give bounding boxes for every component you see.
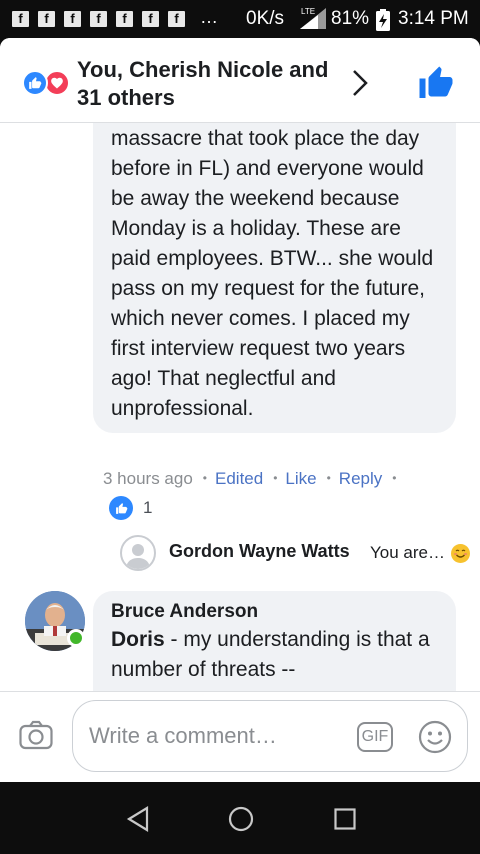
- comment-like-count[interactable]: 1: [109, 496, 152, 520]
- facebook-notification-icon: f: [142, 11, 159, 27]
- battery-percent: 81%: [331, 8, 370, 29]
- edited-link[interactable]: Edited: [215, 469, 263, 488]
- facebook-notification-icon: f: [90, 11, 107, 27]
- like-reaction-icon: [22, 70, 48, 96]
- comment-bubble: Bruce Anderson Doris - my understanding …: [93, 591, 456, 691]
- emoji-icon[interactable]: [418, 720, 452, 754]
- system-navigation-bar: [0, 782, 480, 854]
- facebook-notification-icon: f: [38, 11, 55, 27]
- facebook-notification-icon: f: [64, 11, 81, 27]
- comment-actions: 3 hours ago • Edited • Like • Reply •: [103, 469, 404, 489]
- back-icon[interactable]: [126, 806, 150, 832]
- separator-dot: •: [202, 471, 207, 485]
- chevron-right-icon[interactable]: [350, 68, 370, 98]
- status-bar: f f f f f f f … 0K/s LTE 81% 3:14 PM: [0, 0, 480, 38]
- mention-link[interactable]: Doris: [111, 628, 165, 651]
- camera-icon[interactable]: [19, 720, 53, 750]
- reply-link[interactable]: Reply: [339, 469, 382, 488]
- facebook-notification-icon: f: [116, 11, 133, 27]
- comments-sheet: You, Cherish Nicole and 31 others massac…: [0, 38, 480, 782]
- signal-icon: LTE: [300, 7, 326, 29]
- online-status-indicator: [67, 629, 85, 647]
- facebook-notification-icon: f: [168, 11, 185, 27]
- gif-button[interactable]: GIF: [357, 722, 393, 752]
- comment-author[interactable]: Bruce Anderson: [111, 601, 258, 623]
- comment-text: Doris - my understanding is that a numbe…: [111, 625, 441, 685]
- default-avatar-icon: [126, 544, 150, 569]
- network-type: LTE: [301, 7, 315, 16]
- recent-apps-icon[interactable]: [334, 808, 356, 830]
- reactors-summary[interactable]: You, Cherish Nicole and 31 others: [77, 56, 347, 112]
- separator-dot: •: [392, 471, 397, 485]
- notification-icons: f f f f f f f: [12, 11, 185, 27]
- separator-dot: •: [273, 471, 278, 485]
- like-link[interactable]: Like: [285, 469, 316, 488]
- home-icon[interactable]: [228, 806, 254, 832]
- reply-snippet: You are…: [370, 543, 445, 562]
- comment-text: massacre that took place the day before …: [111, 127, 434, 420]
- more-notifications-indicator: …: [200, 7, 219, 27]
- comment-composer: Write a comment… GIF: [0, 691, 480, 782]
- avatar: [120, 535, 156, 571]
- like-reaction-icon: [109, 496, 133, 520]
- comment-input-placeholder: Write a comment…: [89, 723, 277, 748]
- facebook-notification-icon: f: [12, 11, 29, 27]
- comment-timestamp: 3 hours ago: [103, 469, 193, 488]
- smiling-face-icon: [451, 544, 470, 563]
- reaction-icons: [22, 70, 74, 96]
- like-count-value: 1: [143, 498, 153, 517]
- separator-dot: •: [326, 471, 331, 485]
- reactions-header[interactable]: You, Cherish Nicole and 31 others: [0, 38, 480, 123]
- reply-author[interactable]: Gordon Wayne Watts: [169, 541, 350, 562]
- thumbs-up-icon[interactable]: [418, 65, 454, 101]
- reply-preview[interactable]: Gordon Wayne Watts You are…: [120, 535, 480, 573]
- comment-input[interactable]: Write a comment… GIF: [72, 700, 468, 772]
- comment-list[interactable]: massacre that took place the day before …: [0, 123, 480, 691]
- clock: 3:14 PM: [398, 8, 469, 29]
- comment-bubble: massacre that took place the day before …: [93, 123, 456, 433]
- battery-charging-icon: [376, 9, 390, 31]
- network-speed: 0K/s: [246, 8, 285, 29]
